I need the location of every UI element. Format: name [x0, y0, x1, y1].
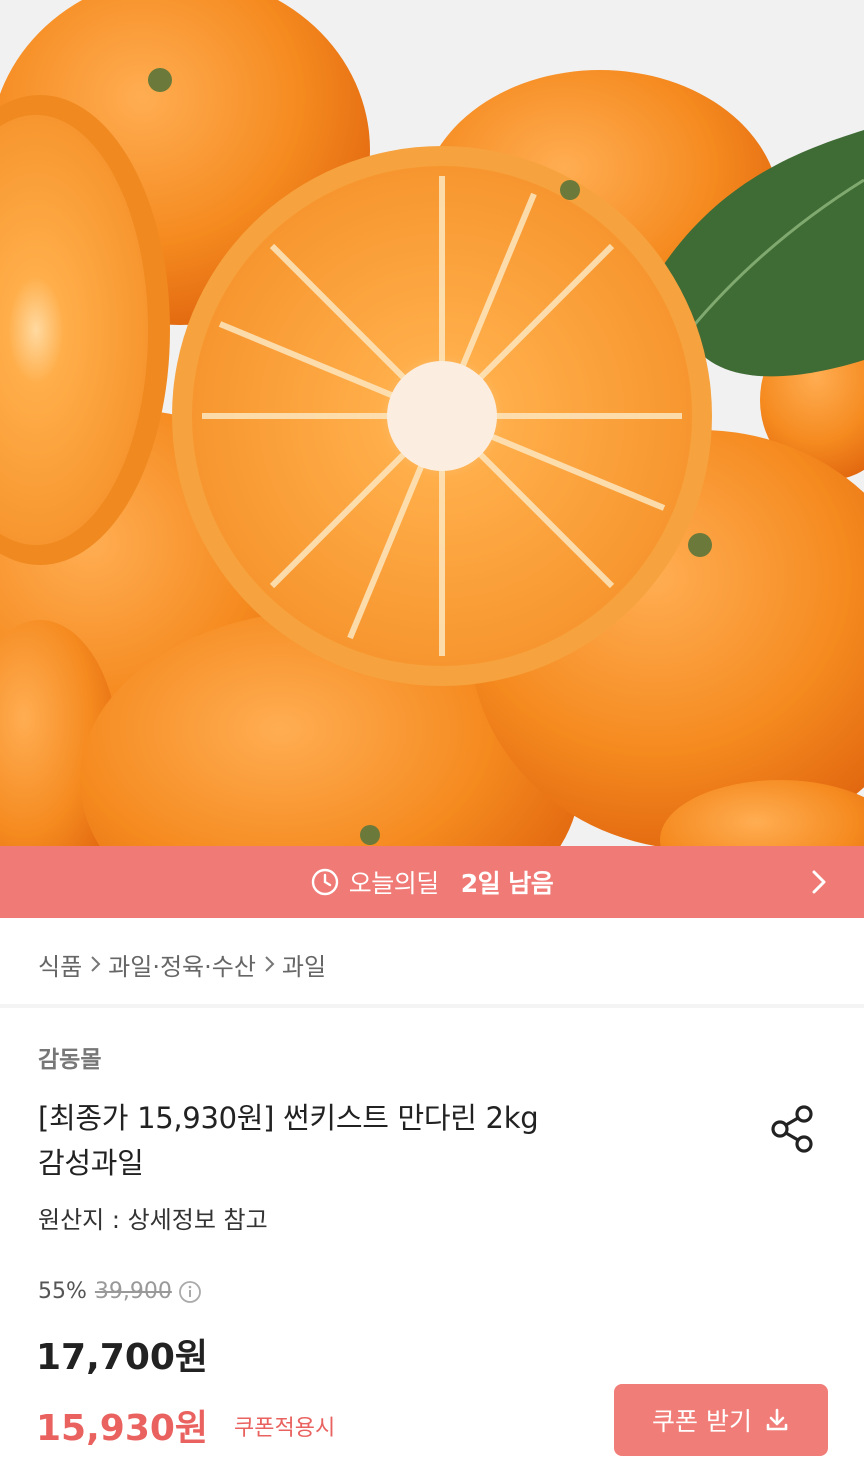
todays-deal-banner[interactable]: 오늘의딜 2일 남음: [0, 846, 864, 918]
share-button[interactable]: [766, 1102, 820, 1156]
get-coupon-label: 쿠폰 받기: [652, 1407, 752, 1436]
share-icon: [771, 1105, 813, 1153]
breadcrumb: 식품 과일·정육·수산 과일: [38, 944, 326, 984]
chevron-right-icon: [264, 954, 276, 974]
original-price: 39,900: [94, 1279, 172, 1304]
sale-price: 17,700원: [36, 1337, 209, 1378]
deal-label: 오늘의딜: [348, 869, 440, 898]
discount-percent: 55%: [38, 1279, 87, 1304]
info-icon[interactable]: [178, 1280, 202, 1304]
get-coupon-button[interactable]: 쿠폰 받기: [614, 1384, 828, 1456]
coupon-note: 쿠폰적용시: [234, 1416, 336, 1441]
breadcrumb-item-fruit-meat-seafood[interactable]: 과일·정육·수산: [108, 947, 256, 982]
discount-row: 55% 39,900: [38, 1279, 202, 1304]
origin-info: 원산지 : 상세정보 참고: [38, 1206, 268, 1234]
download-icon: [764, 1407, 790, 1433]
product-title-line2: 감성과일: [38, 1146, 144, 1180]
product-title-line1: [최종가 15,930원] 썬키스트 만다린 2kg: [38, 1101, 539, 1135]
product-title: [최종가 15,930원] 썬키스트 만다린 2kg 감성과일: [38, 1096, 728, 1186]
section-divider: [0, 1004, 864, 1008]
clock-icon: [311, 868, 339, 896]
chevron-right-icon: [90, 954, 102, 974]
seller-name[interactable]: 감동몰: [38, 1040, 101, 1074]
coupon-price: 15,930원: [36, 1408, 209, 1449]
breadcrumb-item-food[interactable]: 식품: [38, 947, 82, 982]
deal-remaining: 2일 남음: [460, 869, 554, 898]
product-image[interactable]: [0, 0, 864, 846]
breadcrumb-item-fruit[interactable]: 과일: [282, 947, 326, 982]
chevron-right-icon: [810, 868, 828, 902]
